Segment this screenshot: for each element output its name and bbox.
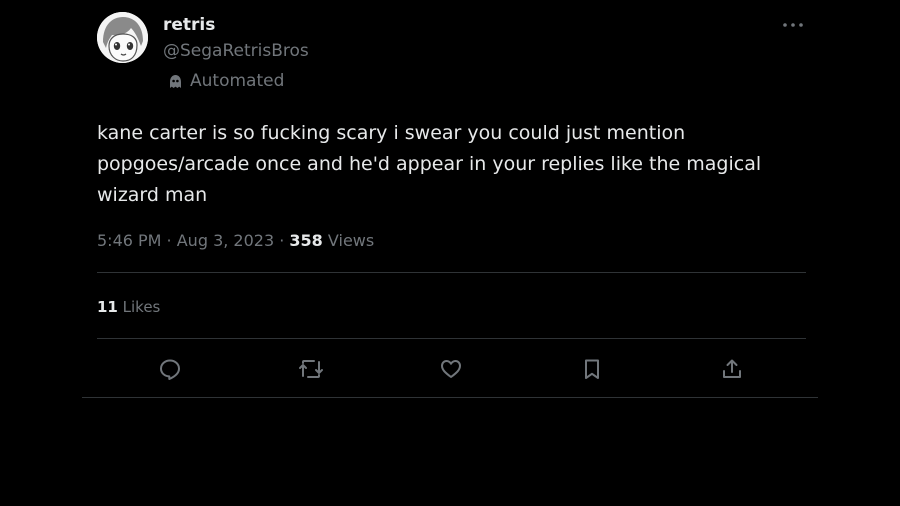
tweet-metadata: 5:46 PM · Aug 3, 2023 · 358 Views	[97, 229, 374, 253]
likes-label: Likes	[122, 298, 161, 316]
meta-separator: ·	[274, 231, 290, 250]
display-name[interactable]: retris	[163, 14, 215, 36]
bookmark-icon	[585, 359, 599, 379]
meta-separator: ·	[161, 231, 177, 250]
views-label: Views	[327, 231, 375, 250]
like-button[interactable]	[434, 352, 468, 386]
retweet-icon	[299, 360, 323, 378]
likes-count: 11	[97, 298, 118, 316]
tweet-text: kane carter is so fucking scary i swear …	[97, 122, 762, 206]
views-count: 358	[289, 231, 323, 250]
divider	[82, 397, 818, 398]
avatar[interactable]	[97, 12, 148, 63]
share-icon	[723, 359, 741, 378]
tweet-detail: retris @SegaRetrisBros Automated kane ca…	[0, 0, 900, 506]
automated-text: Automated	[190, 71, 285, 91]
heart-icon	[441, 360, 461, 378]
user-handle[interactable]: @SegaRetrisBros	[163, 40, 309, 62]
automated-label: Automated	[167, 70, 284, 92]
retweet-button[interactable]	[294, 352, 328, 386]
tweet-time[interactable]: 5:46 PM	[97, 231, 161, 250]
likes-stat[interactable]: 11 Likes	[97, 296, 160, 318]
share-button[interactable]	[715, 352, 749, 386]
bot-icon	[167, 73, 184, 90]
more-options-button[interactable]	[780, 14, 806, 36]
more-horizontal-icon	[783, 23, 803, 27]
reply-icon	[160, 359, 180, 380]
reply-button[interactable]	[153, 352, 187, 386]
divider	[97, 338, 806, 339]
divider	[97, 272, 806, 273]
tweet-date[interactable]: Aug 3, 2023	[177, 231, 274, 250]
bookmark-button[interactable]	[575, 352, 609, 386]
action-bar	[0, 352, 900, 386]
